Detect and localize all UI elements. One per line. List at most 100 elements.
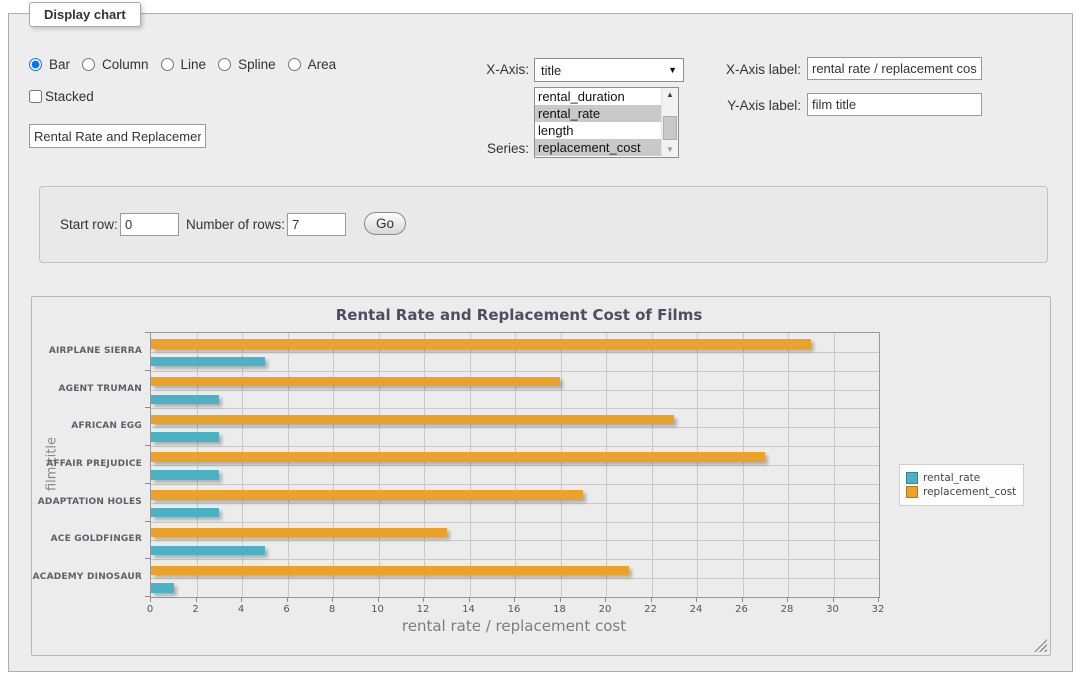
bar-rental_rate-african-egg [151, 432, 219, 441]
x-tick-label: 30 [826, 604, 839, 615]
x-tick-label: 4 [238, 604, 244, 615]
x-tick-label: 20 [599, 604, 612, 615]
fieldset-legend: Display chart [29, 2, 141, 27]
y-axis-label-input[interactable] [807, 93, 982, 116]
chart-grid [150, 332, 880, 598]
x-tick-label: 8 [329, 604, 335, 615]
bar-rental_rate-academy-dinosaur [151, 583, 174, 592]
x-tick-label: 6 [283, 604, 289, 615]
x-tick-mark [560, 597, 561, 602]
scrollbar-thumb[interactable] [663, 116, 677, 140]
x-tick-mark [742, 597, 743, 602]
gridline-horizontal [151, 352, 879, 353]
chart-type-radio-column[interactable] [82, 58, 95, 71]
chart-type-radio-group: BarColumnLineSplineArea [29, 57, 344, 72]
gridline-horizontal [151, 522, 879, 523]
chart-type-label-line: Line [181, 57, 207, 72]
chart-type-radio-line[interactable] [161, 58, 174, 71]
gridline-horizontal [151, 540, 879, 541]
gridline-horizontal [151, 503, 879, 504]
x-tick-mark [332, 597, 333, 602]
category-label: ADAPTATION HOLES [32, 497, 142, 507]
bar-replacement_cost-affair-prejudice [151, 452, 765, 461]
y-tick-mark [145, 445, 150, 446]
series-options: rental_durationrental_ratelengthreplacem… [535, 88, 678, 156]
chart-type-radio-bar[interactable] [29, 58, 42, 71]
series-option-replacement_cost[interactable]: replacement_cost [535, 139, 661, 156]
chart-title-input[interactable] [29, 124, 206, 148]
row-range-panel: Start row: Number of rows: Go [39, 186, 1048, 263]
bar-rental_rate-adaptation-holes [151, 508, 219, 517]
gridline-horizontal [151, 465, 879, 466]
gridline-horizontal [151, 484, 879, 485]
chart-type-label-column: Column [102, 57, 149, 72]
y-axis-label-label: Y-Axis label: [709, 98, 801, 113]
x-axis-title: rental rate / replacement cost [150, 617, 878, 635]
category-label: ACE GOLDFINGER [32, 534, 142, 544]
series-listbox[interactable]: rental_durationrental_ratelengthreplacem… [534, 87, 679, 158]
series-scrollbar[interactable]: ▲ ▼ [661, 88, 678, 157]
category-label: AFFAIR PREJUDICE [32, 459, 142, 469]
bar-rental_rate-ace-goldfinger [151, 546, 265, 555]
x-tick-label: 14 [462, 604, 475, 615]
x-tick-mark [150, 597, 151, 602]
display-chart-fieldset: Display chart BarColumnLineSplineArea St… [8, 13, 1073, 672]
legend-label: replacement_cost [923, 486, 1016, 498]
x-tick-mark [241, 597, 242, 602]
category-label: ACADEMY DINOSAUR [32, 572, 142, 582]
chart-type-radio-spline[interactable] [218, 58, 231, 71]
x-axis-select-label: X-Axis: [439, 62, 529, 77]
bar-replacement_cost-adaptation-holes [151, 490, 583, 499]
x-tick-mark [378, 597, 379, 602]
series-select-label: Series: [439, 141, 529, 156]
bar-replacement_cost-academy-dinosaur [151, 566, 629, 575]
gridline-horizontal [151, 408, 879, 409]
chart-type-radio-area[interactable] [288, 58, 301, 71]
x-tick-mark [833, 597, 834, 602]
chart-title: Rental Rate and Replacement Cost of Film… [40, 306, 998, 324]
series-option-length[interactable]: length [535, 122, 661, 139]
chart-legend: rental_rate replacement_cost [899, 464, 1024, 506]
x-tick-label: 0 [147, 604, 153, 615]
gridline-horizontal [151, 578, 879, 579]
scroll-up-icon[interactable]: ▲ [662, 88, 678, 102]
legend-swatch-icon [906, 472, 918, 484]
start-row-input[interactable] [120, 213, 179, 236]
x-tick-label: 26 [735, 604, 748, 615]
x-tick-label: 16 [508, 604, 521, 615]
x-axis-label-input[interactable] [807, 57, 982, 80]
gridline-horizontal [151, 446, 879, 447]
bar-rental_rate-affair-prejudice [151, 470, 219, 479]
legend-item: replacement_cost [906, 486, 1016, 498]
x-axis-label-label: X-Axis label: [709, 62, 801, 77]
category-label: AGENT TRUMAN [32, 384, 142, 394]
legend-label: rental_rate [923, 472, 980, 484]
go-button[interactable]: Go [364, 212, 406, 235]
x-axis-select[interactable]: title ▼ [534, 58, 684, 82]
x-tick-mark [696, 597, 697, 602]
x-tick-mark [423, 597, 424, 602]
x-tick-mark [651, 597, 652, 602]
x-tick-mark [787, 597, 788, 602]
bar-rental_rate-airplane-sierra [151, 357, 265, 366]
chart-type-label-bar: Bar [49, 57, 70, 72]
category-label: AIRPLANE SIERRA [32, 346, 142, 356]
bar-rental_rate-agent-truman [151, 395, 219, 404]
chart-type-label-area: Area [308, 57, 337, 72]
series-option-rental_rate[interactable]: rental_rate [535, 105, 661, 122]
bar-replacement_cost-airplane-sierra [151, 339, 811, 348]
resize-grip-icon[interactable] [1034, 639, 1047, 652]
legend-item: rental_rate [906, 472, 1016, 484]
gridline-horizontal [151, 559, 879, 560]
start-row-label: Start row: [60, 217, 118, 232]
number-of-rows-input[interactable] [287, 213, 346, 236]
gridline-horizontal [151, 390, 879, 391]
gridline-horizontal [151, 427, 879, 428]
scroll-down-icon[interactable]: ▼ [662, 143, 678, 157]
stacked-checkbox[interactable] [29, 90, 42, 103]
chevron-down-icon: ▼ [668, 65, 677, 75]
legend-swatch-icon [906, 486, 918, 498]
series-option-rental_duration[interactable]: rental_duration [535, 88, 661, 105]
y-tick-mark [145, 407, 150, 408]
x-tick-mark [605, 597, 606, 602]
